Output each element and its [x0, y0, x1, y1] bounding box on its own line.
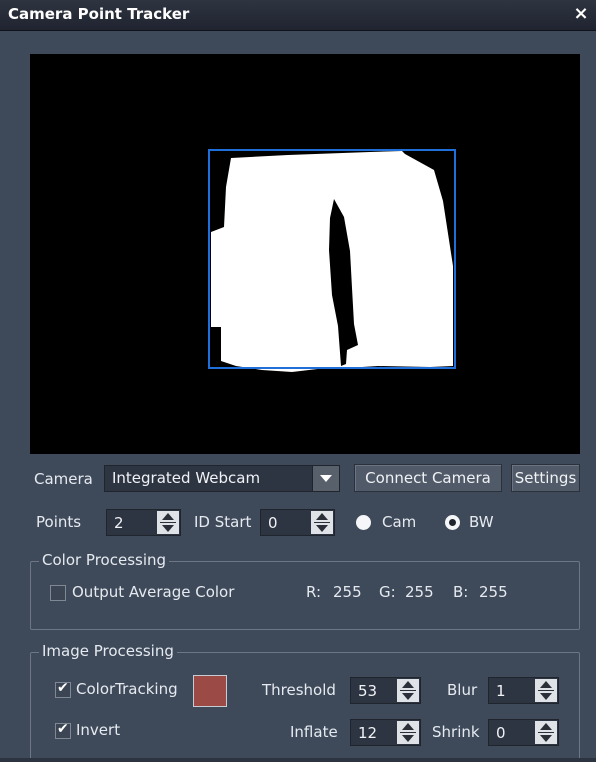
spinner-icon[interactable]: [535, 721, 557, 744]
image-processing-legend: Image Processing: [39, 642, 177, 660]
g-label: G:: [379, 583, 396, 601]
window-bottom-edge: [0, 758, 596, 762]
shrink-stepper[interactable]: 0: [488, 719, 559, 746]
id-start-label: ID Start: [194, 513, 252, 531]
spinner-icon[interactable]: [535, 679, 557, 702]
blur-stepper[interactable]: 1: [488, 677, 559, 704]
spinner-icon[interactable]: [397, 721, 419, 744]
chevron-down-icon[interactable]: [312, 466, 339, 491]
id-start-stepper[interactable]: 0: [260, 509, 335, 536]
window-title: Camera Point Tracker: [8, 5, 190, 23]
settings-button[interactable]: Settings: [511, 464, 580, 492]
color-processing-legend: Color Processing: [39, 551, 170, 569]
close-icon[interactable]: ×: [570, 2, 592, 26]
radio-cam-label: Cam: [382, 513, 417, 531]
camera-preview: [30, 54, 580, 454]
r-label: R:: [306, 583, 322, 601]
g-value: 255: [405, 583, 434, 601]
b-value: 255: [479, 583, 508, 601]
threshold-stepper[interactable]: 53: [350, 677, 421, 704]
radio-bw[interactable]: [445, 515, 460, 530]
output-average-color-label: Output Average Color: [72, 583, 235, 601]
points-value: 2: [114, 514, 124, 532]
color-tracking-label: ColorTracking: [76, 680, 178, 698]
shrink-value: 0: [496, 724, 506, 742]
shrink-label: Shrink: [432, 723, 480, 741]
threshold-value: 53: [358, 682, 378, 700]
title-bar: Camera Point Tracker ×: [0, 0, 596, 31]
invert-label: Invert: [76, 721, 121, 739]
inflate-value: 12: [358, 724, 378, 742]
points-stepper[interactable]: 2: [106, 509, 181, 536]
r-value: 255: [333, 583, 362, 601]
threshold-label: Threshold: [262, 681, 336, 699]
radio-cam[interactable]: [356, 515, 371, 530]
color-tracking-checkbox[interactable]: [55, 680, 71, 698]
inflate-label: Inflate: [290, 723, 338, 741]
camera-select-value: Integrated Webcam: [112, 469, 261, 487]
camera-label: Camera: [34, 470, 93, 488]
b-label: B:: [453, 583, 469, 601]
output-average-color-checkbox[interactable]: [50, 585, 66, 601]
points-label: Points: [36, 513, 82, 531]
blur-label: Blur: [447, 681, 478, 699]
invert-checkbox[interactable]: [55, 721, 71, 739]
id-start-value: 0: [268, 514, 278, 532]
tracking-color-swatch[interactable]: [193, 675, 227, 707]
blur-value: 1: [496, 682, 506, 700]
spinner-icon[interactable]: [311, 511, 333, 534]
camera-select[interactable]: Integrated Webcam: [104, 465, 340, 492]
connect-camera-button[interactable]: Connect Camera: [354, 464, 502, 492]
spinner-icon[interactable]: [157, 511, 179, 534]
spinner-icon[interactable]: [397, 679, 419, 702]
camera-frame: [208, 149, 456, 372]
radio-bw-label: BW: [469, 513, 494, 531]
inflate-stepper[interactable]: 12: [350, 719, 421, 746]
